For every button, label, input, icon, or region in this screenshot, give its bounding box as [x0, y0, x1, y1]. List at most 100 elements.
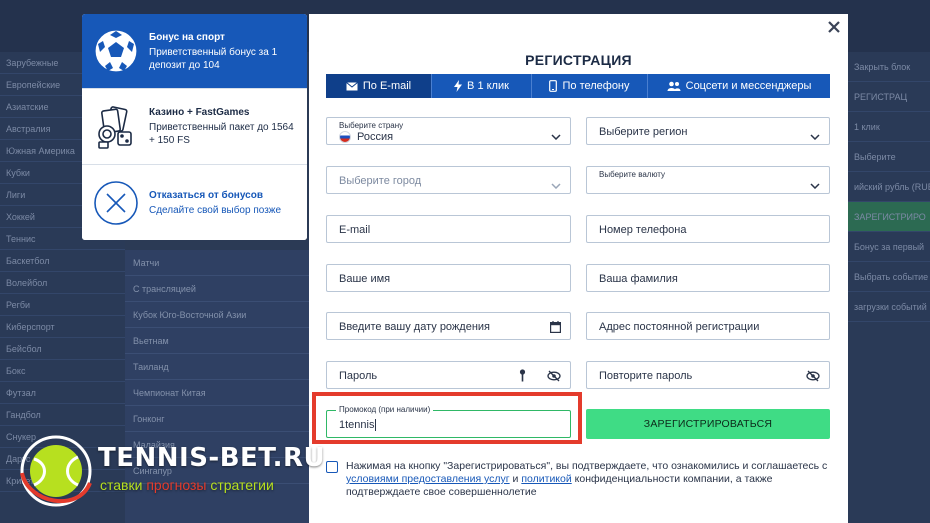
password-placeholder: Пароль: [339, 370, 378, 382]
agreement-part-1: Нажимая на кнопку "Зарегистрироваться", …: [346, 460, 828, 472]
bonus-sport-desc: Приветственный бонус за 1 депозит до 104: [149, 46, 278, 71]
terms-link[interactable]: условиями предоставления услуг: [346, 473, 510, 485]
bonus-casino-desc-2: + 150 FS: [149, 135, 190, 146]
country-select[interactable]: Выберите страну Россия: [326, 117, 571, 145]
bonus-refuse-desc: Сделайте свой выбор позже: [149, 204, 282, 216]
repeat-password-field[interactable]: Повторите пароль: [586, 361, 830, 389]
background-row: Киберспорт: [0, 316, 125, 338]
tab-one-click[interactable]: В 1 клик: [432, 74, 532, 98]
country-label: Выберите страну: [339, 121, 404, 130]
background-row: Кубок Юго-Восточной Азии: [125, 302, 310, 328]
agreement-checkbox[interactable]: [326, 461, 338, 473]
background-row: Гонконг: [125, 406, 310, 432]
background-row: загрузки событий: [848, 292, 930, 322]
background-row: Баскетбол: [0, 250, 125, 272]
casino-cards-icon: [92, 103, 140, 151]
address-placeholder: Адрес постоянной регистрации: [599, 321, 760, 333]
tab-one-click-label: В 1 клик: [467, 80, 509, 92]
first-name-placeholder: Ваше имя: [339, 273, 391, 285]
watermark-tagline-2: прогнозы: [146, 477, 207, 493]
chevron-down-icon: [810, 176, 820, 194]
tab-social-label: Соцсети и мессенджеры: [685, 80, 812, 92]
last-name-placeholder: Ваша фамилия: [599, 273, 678, 285]
tab-email[interactable]: По E-mail: [326, 74, 432, 98]
background-row: ЗАРЕГИСТРИРО: [848, 202, 930, 232]
background-row: 1 клик: [848, 112, 930, 142]
background-row: Волейбол: [0, 272, 125, 294]
watermark-brand: TENNIS-BET.RU: [98, 443, 326, 473]
eye-slash-icon[interactable]: [547, 369, 561, 387]
russia-flag-icon: [339, 131, 351, 143]
background-row: Гандбол: [0, 404, 125, 426]
birth-date-placeholder: Введите вашу дату рождения: [339, 321, 490, 333]
background-row: ийский рубль (RUB): [848, 172, 930, 202]
background-row: РЕГИСТРАЦ: [848, 82, 930, 112]
password-field[interactable]: Пароль: [326, 361, 571, 389]
background-row: Бонус за первый: [848, 232, 930, 262]
background-row: Регби: [0, 294, 125, 316]
background-row: Футзал: [0, 382, 125, 404]
first-name-field[interactable]: Ваше имя: [326, 264, 571, 292]
privacy-policy-link[interactable]: политикой: [521, 473, 571, 485]
tennis-bet-watermark: TENNIS-BET.RU ставки прогнозы стратегии: [18, 433, 325, 513]
bonus-casino-desc: Приветственный пакет до 1564: [149, 122, 294, 133]
modal-title: РЕГИСТРАЦИЯ: [525, 52, 632, 68]
watermark-tagline-3: стратегии: [210, 477, 274, 493]
currency-select[interactable]: Выберите валюту: [586, 166, 830, 194]
watermark-tagline-1: ставки: [100, 477, 143, 493]
bonus-sport-title: Бонус на спорт: [149, 31, 225, 43]
repeat-password-placeholder: Повторите пароль: [599, 370, 693, 382]
chevron-down-icon: [810, 127, 820, 145]
background-row: С трансляцией: [125, 276, 310, 302]
cross-circle-icon: [92, 179, 140, 227]
eye-slash-icon[interactable]: [806, 369, 820, 387]
currency-label: Выберите валюту: [599, 170, 666, 179]
bonus-sport-card[interactable]: Бонус на спорт Приветственный бонус за 1…: [82, 14, 307, 89]
tennis-ball-logo-icon: [20, 435, 92, 507]
phone-field[interactable]: Номер телефона: [586, 215, 830, 243]
tab-phone[interactable]: По телефону: [532, 74, 648, 98]
agreement-text: Нажимая на кнопку "Зарегистрироваться", …: [326, 460, 836, 499]
envelope-icon: [346, 81, 358, 91]
bonus-casino-title: Казино + FastGames: [149, 107, 250, 118]
background-row: Бокс: [0, 360, 125, 382]
chevron-down-icon: [551, 176, 561, 194]
address-field[interactable]: Адрес постоянной регистрации: [586, 312, 830, 340]
email-field[interactable]: E-mail: [326, 215, 571, 243]
users-icon: [667, 81, 681, 91]
background-row: Выбрать событие: [848, 262, 930, 292]
bonus-refuse-card[interactable]: Отказаться от бонусов Сделайте свой выбо…: [82, 165, 307, 240]
lightning-icon: [454, 80, 463, 92]
phone-icon: [549, 80, 558, 92]
registration-modal: РЕГИСТРАЦИЯ По E-mail В 1 клик По телефо…: [309, 14, 848, 523]
background-row: Матчи: [125, 250, 310, 276]
city-select[interactable]: Выберите город: [326, 166, 571, 194]
agreement-part-2: и: [509, 473, 522, 485]
tab-phone-label: По телефону: [562, 80, 630, 92]
tab-social[interactable]: Соцсети и мессенджеры: [648, 74, 830, 98]
region-select[interactable]: Выберите регион: [586, 117, 830, 145]
phone-placeholder: Номер телефона: [599, 224, 687, 236]
background-row: Выберите: [848, 142, 930, 172]
promo-code-highlight: [312, 392, 582, 444]
registration-tabs: По E-mail В 1 клик По телефону Соцсети и…: [326, 74, 830, 98]
last-name-field[interactable]: Ваша фамилия: [586, 264, 830, 292]
close-icon[interactable]: [826, 19, 842, 35]
background-row: Таиланд: [125, 354, 310, 380]
background-row: Бейсбол: [0, 338, 125, 360]
tab-email-label: По E-mail: [362, 80, 412, 92]
background-row: Чемпионат Китая: [125, 380, 310, 406]
country-value: Россия: [357, 131, 394, 143]
birth-date-field[interactable]: Введите вашу дату рождения: [326, 312, 571, 340]
city-placeholder: Выберите город: [339, 175, 422, 187]
register-button[interactable]: ЗАРЕГИСТРИРОВАТЬСЯ: [586, 409, 830, 439]
calendar-icon[interactable]: [550, 320, 562, 338]
background-right-panel: Закрыть блок РЕГИСТРАЦ 1 клик Выберите ийски…: [848, 52, 930, 523]
bonus-refuse-title: Отказаться от бонусов: [149, 189, 263, 201]
bonus-panel: Бонус на спорт Приветственный бонус за 1…: [82, 14, 307, 240]
background-row: Закрыть блок: [848, 52, 930, 82]
chevron-down-icon: [551, 127, 561, 145]
bonus-casino-card[interactable]: Казино + FastGames Приветственный пакет …: [82, 89, 307, 165]
soccer-ball-icon: [92, 27, 140, 75]
key-icon[interactable]: [519, 369, 526, 387]
